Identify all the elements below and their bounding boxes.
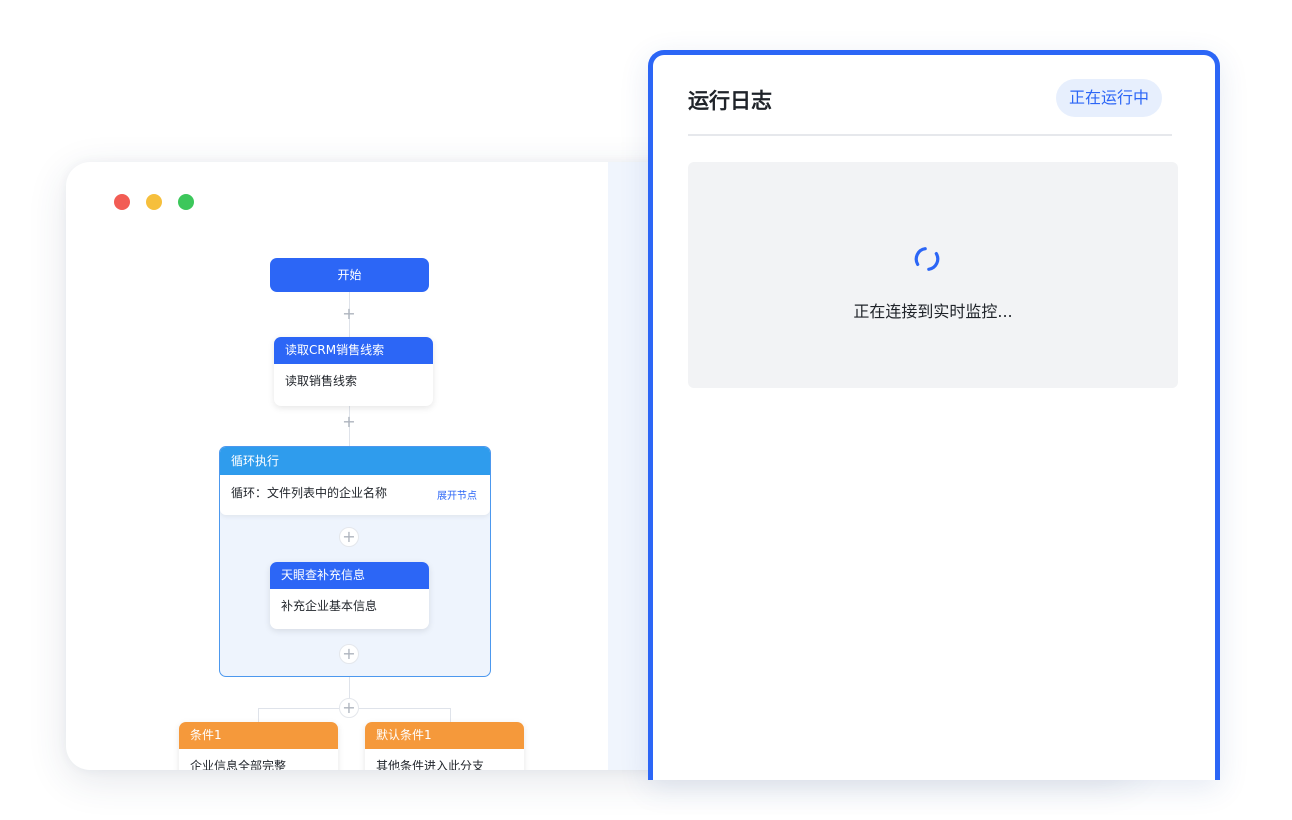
minimize-window-dot[interactable] xyxy=(146,194,162,210)
node-title: 读取CRM销售线索 xyxy=(274,337,433,364)
node-description: 企业信息全部完整 xyxy=(190,759,287,770)
start-node[interactable]: 开始 xyxy=(270,258,429,292)
node-description: 读取销售线索 xyxy=(285,374,358,388)
node-description: 补充企业基本信息 xyxy=(281,599,378,613)
add-branch-plus-icon[interactable]: + xyxy=(339,698,359,718)
close-window-dot[interactable] xyxy=(114,194,130,210)
default-branch-node[interactable]: 默认条件1 其他条件进入此分支 xyxy=(365,722,524,770)
panel-divider xyxy=(688,134,1172,136)
add-node-plus-icon[interactable]: + xyxy=(339,412,359,432)
loop-description: 循环：文件列表中的企业名称 xyxy=(231,486,388,500)
loop-title: 循环执行 xyxy=(220,447,490,475)
expand-node-link[interactable]: 展开节点 xyxy=(437,479,477,515)
enrich-info-node[interactable]: 天眼查补充信息 补充企业基本信息 xyxy=(270,562,429,629)
node-title: 条件1 xyxy=(179,722,338,749)
log-content-card: 正在连接到实时监控... xyxy=(688,162,1178,388)
status-badge: 正在运行中 xyxy=(1056,79,1163,117)
node-description: 其他条件进入此分支 xyxy=(376,759,485,770)
connecting-message: 正在连接到实时监控... xyxy=(853,302,1013,321)
add-node-plus-icon[interactable]: + xyxy=(339,304,359,324)
branch-connector xyxy=(258,708,259,722)
branch-connector xyxy=(450,708,451,722)
add-node-plus-icon[interactable]: + xyxy=(339,527,359,547)
node-title: 默认条件1 xyxy=(365,722,524,749)
node-title: 天眼查补充信息 xyxy=(270,562,429,589)
condition-branch-node[interactable]: 条件1 企业信息全部完整 xyxy=(179,722,338,770)
loading-spinner-icon xyxy=(914,247,940,271)
run-log-panel: 运行日志 正在运行中 正在连接到实时监控... xyxy=(648,50,1220,780)
loop-description-row: 循环：文件列表中的企业名称 展开节点 xyxy=(220,475,490,515)
crm-read-node[interactable]: 读取CRM销售线索 读取销售线索 xyxy=(274,337,433,406)
add-node-plus-icon[interactable]: + xyxy=(339,644,359,664)
zoom-window-dot[interactable] xyxy=(178,194,194,210)
panel-title: 运行日志 xyxy=(688,89,772,113)
